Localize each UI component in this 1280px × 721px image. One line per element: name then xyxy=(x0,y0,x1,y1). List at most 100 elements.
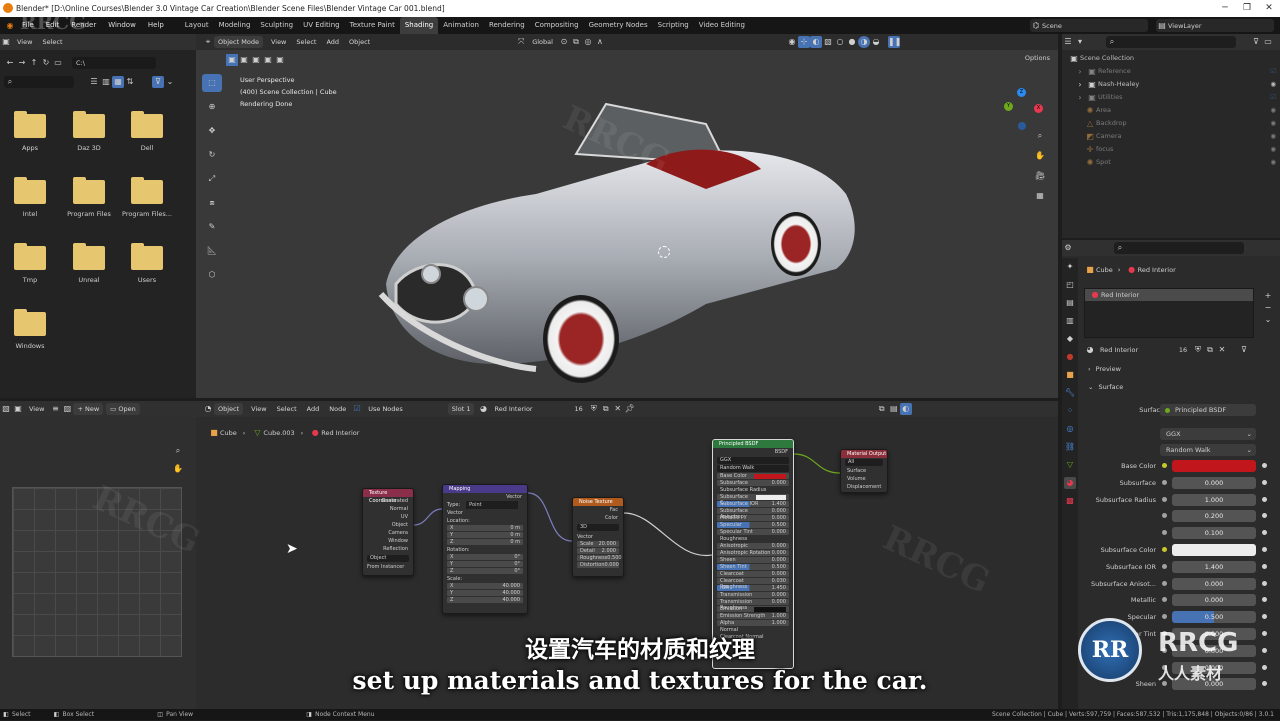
scale-tool-icon[interactable]: ⤢ xyxy=(202,170,222,188)
cursor-tool-icon[interactable]: ⊕ xyxy=(202,98,222,116)
eye-icon[interactable]: ◉ xyxy=(1270,143,1276,156)
property-field[interactable]: 0.000 xyxy=(1172,594,1256,607)
checkbox-icon[interactable]: ☑ xyxy=(1270,91,1276,104)
gizmo-z-axis[interactable]: Z xyxy=(1017,88,1026,97)
outliner-item[interactable]: › ▣ Utilities ☑ xyxy=(1068,91,1276,104)
viewport-view-menu[interactable]: View xyxy=(266,38,291,46)
property-field[interactable] xyxy=(1172,460,1256,472)
vector-field[interactable]: X 0 m xyxy=(447,525,523,531)
back-arrow-icon[interactable]: ← xyxy=(4,57,16,69)
outliner-filter-icon[interactable]: ⊽ xyxy=(1250,36,1262,48)
maximize-icon[interactable]: ❐ xyxy=(1236,0,1258,17)
render-tab-icon[interactable]: ◰ xyxy=(1064,279,1076,291)
material-slot-row[interactable]: ● Red Interior xyxy=(1085,289,1253,301)
checkbox-icon[interactable]: ☑ xyxy=(1270,65,1276,78)
folder-item[interactable]: Apps xyxy=(5,111,55,152)
noise-param-field[interactable]: Detail 2.000 xyxy=(577,548,619,554)
preview-section[interactable]: › Preview xyxy=(1088,365,1121,373)
pivot-icon[interactable]: ⊙ xyxy=(558,36,570,48)
vector-field[interactable]: Y 0 m xyxy=(447,532,523,538)
forward-arrow-icon[interactable]: → xyxy=(16,57,28,69)
select-intersect-icon[interactable]: ▣ xyxy=(274,54,286,66)
keyframe-dot-icon[interactable] xyxy=(1262,479,1267,485)
rotate-tool-icon[interactable]: ↻ xyxy=(202,146,222,164)
bsdf-input-row[interactable]: Base Color xyxy=(717,473,789,479)
object-field[interactable]: Object xyxy=(367,555,409,562)
bsdf-input-row[interactable]: Transmission 0.000 xyxy=(717,592,789,598)
keyframe-dot-icon[interactable] xyxy=(1262,563,1267,569)
keyframe-dot-icon[interactable] xyxy=(1262,530,1267,536)
bsdf-input-row[interactable]: Clearcoat Roughness 0.030 xyxy=(717,578,789,590)
outliner-root[interactable]: ▣ Scene Collection xyxy=(1068,52,1276,65)
tab-uv-editing[interactable]: UV Editing xyxy=(298,17,345,34)
menu-window[interactable]: Window xyxy=(102,17,142,34)
output-target-dropdown[interactable]: All xyxy=(845,459,883,466)
path-field[interactable]: C:\ xyxy=(72,57,156,69)
node-mapping[interactable]: Mapping Vector Type: Point Vector Locatio… xyxy=(442,484,528,614)
bsdf-distribution-dropdown[interactable]: GGX xyxy=(717,457,789,464)
eye-icon[interactable]: ◉ xyxy=(1270,117,1276,130)
material-browse-icon[interactable]: ◕ xyxy=(1084,344,1096,356)
columns-view-icon[interactable]: ▥ xyxy=(100,76,112,88)
vector-field[interactable]: Z 40.000 xyxy=(447,597,523,603)
scene-selector[interactable]: ⌬ Scene xyxy=(1030,19,1148,32)
folder-item[interactable]: Program Files... xyxy=(122,177,172,218)
select-subtract-icon[interactable]: ▣ xyxy=(250,54,262,66)
slot-menu-icon[interactable]: ⌄ xyxy=(1262,314,1274,326)
folder-item[interactable]: Users xyxy=(122,243,172,284)
pan-hand-icon[interactable]: ✋ xyxy=(172,463,184,475)
surface-shader-dropdown[interactable]: Principled BSDF xyxy=(1160,404,1256,416)
file-view-menu[interactable]: View xyxy=(12,38,37,46)
duplicate-icon[interactable]: ⧉ xyxy=(1204,344,1216,356)
color-swatch[interactable] xyxy=(754,473,786,479)
bsdf-input-row[interactable]: Subsurface 0.000 xyxy=(717,480,789,486)
noise-param-field[interactable]: Distortion 0.000 xyxy=(577,562,619,568)
select-box-tool-icon[interactable]: ⬚ xyxy=(202,74,222,92)
fake-user-icon[interactable]: ⛨ xyxy=(1192,344,1204,356)
snap-icon[interactable]: ⧉ xyxy=(570,36,582,48)
wireframe-shading-icon[interactable]: ○ xyxy=(834,36,846,48)
bsdf-input-row[interactable]: Emission xyxy=(717,606,789,612)
keyframe-dot-icon[interactable] xyxy=(1262,513,1267,519)
property-field[interactable]: 0.500 xyxy=(1172,611,1256,624)
properties-search-input[interactable]: ⌕ xyxy=(1114,242,1244,254)
subsurface-method-dropdown[interactable]: Random Walk ⌄ xyxy=(1160,444,1256,456)
bsdf-method-dropdown[interactable]: Random Walk xyxy=(717,465,789,472)
keyframe-dot-icon[interactable] xyxy=(1262,614,1267,620)
physics-tab-icon[interactable]: ◎ xyxy=(1064,423,1076,435)
pan-hand-icon[interactable]: ✋ xyxy=(1034,150,1046,162)
vector-field[interactable]: X 40.000 xyxy=(447,583,523,589)
keyframe-dot-icon[interactable] xyxy=(1262,547,1267,552)
new-collection-icon[interactable]: ▭ xyxy=(1262,36,1274,48)
gizmo-toggle-icon[interactable]: ⊹ xyxy=(797,36,810,48)
property-field[interactable]: 0.000 xyxy=(1172,577,1256,590)
bsdf-input-row[interactable]: Sheen Tint 0.500 xyxy=(717,564,789,570)
folder-item[interactable]: Program Files xyxy=(64,177,114,218)
zoom-icon[interactable]: ⌕ xyxy=(172,445,184,457)
outliner-item[interactable]: ◩ Camera ◉ xyxy=(1068,130,1276,143)
camera-view-icon[interactable]: 🎥︎ xyxy=(1034,170,1046,182)
expand-arrow-icon[interactable]: › xyxy=(1074,66,1086,78)
node-material-output[interactable]: Material Output All Surface Volume Displ… xyxy=(840,449,888,493)
file-search-input[interactable]: ⌕ xyxy=(4,76,74,88)
output-tab-icon[interactable]: ▤ xyxy=(1064,297,1076,309)
view-layer-selector[interactable]: ▤ ViewLayer xyxy=(1156,19,1274,32)
add-slot-icon[interactable]: + xyxy=(1262,290,1274,302)
bsdf-input-row[interactable]: Anisotropic Rotation 0.000 xyxy=(717,550,789,556)
editor-type-icon[interactable]: ▣ xyxy=(0,36,12,48)
move-tool-icon[interactable]: ✥ xyxy=(202,122,222,140)
bsdf-input-row[interactable]: Specular 0.500 xyxy=(717,522,789,528)
noise-dimension-dropdown[interactable]: 3D xyxy=(577,524,619,531)
expand-arrow-icon[interactable]: › xyxy=(1074,79,1086,91)
keyframe-dot-icon[interactable] xyxy=(1262,463,1267,468)
world-tab-icon[interactable]: ● xyxy=(1064,351,1076,363)
falloff-icon[interactable]: ∧ xyxy=(594,36,606,48)
bsdf-input-row[interactable]: Subsurface IOR 1.400 xyxy=(717,501,789,507)
bsdf-input-row[interactable]: IOR 1.450 xyxy=(717,585,789,591)
mapping-type-dropdown[interactable]: Point xyxy=(466,501,519,509)
gizmo-y-axis[interactable]: Y xyxy=(1004,102,1013,111)
folder-item[interactable]: Tmp xyxy=(5,243,55,284)
expand-arrow-icon[interactable]: › xyxy=(1074,92,1086,104)
tab-layout[interactable]: Layout xyxy=(180,17,214,34)
bsdf-input-row[interactable]: Clearcoat 0.000 xyxy=(717,571,789,577)
